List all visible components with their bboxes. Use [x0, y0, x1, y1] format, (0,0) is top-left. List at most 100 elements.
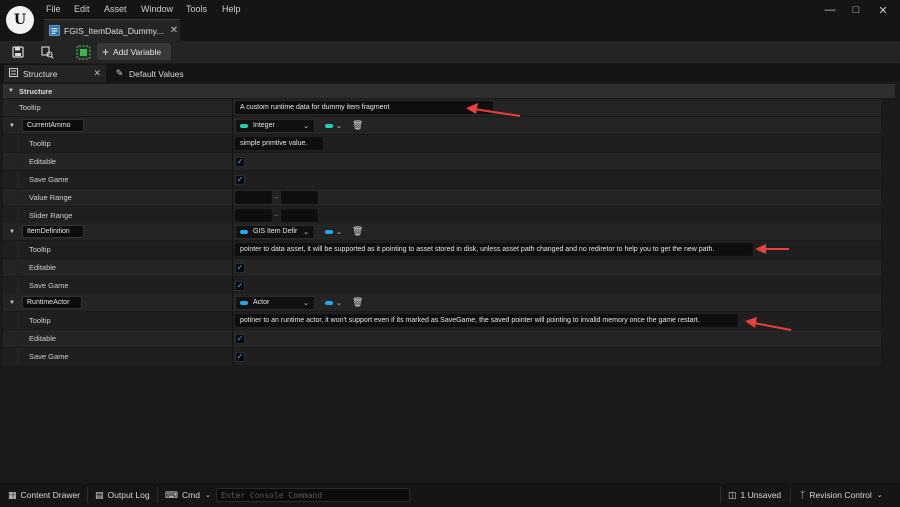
console-input[interactable]: Enter Console Command: [216, 488, 410, 502]
menu-file[interactable]: File: [46, 4, 61, 14]
property-row: Tooltip simple primtive value.: [3, 135, 881, 152]
editable-checkbox[interactable]: ✓: [235, 333, 245, 344]
close-window-icon[interactable]: ✕: [873, 3, 893, 17]
chevron-down-icon: ⌄: [336, 299, 342, 307]
tab-default-values[interactable]: ✎ Default Values: [110, 65, 210, 82]
container-type-select[interactable]: ⌄: [325, 299, 342, 307]
property-label-tooltip: Tooltip: [29, 139, 51, 148]
variable-row-current-ammo: ▼ CurrentAmmo Integer ⌄ ⌄ 🗑: [3, 117, 881, 134]
collapse-caret-icon: ▼: [8, 88, 14, 94]
range-separator: –: [274, 194, 279, 201]
plus-icon: +: [102, 44, 110, 59]
menu-window[interactable]: Window: [141, 4, 173, 14]
tooltip-input[interactable]: potiner to an runtime actor, it won't su…: [235, 314, 738, 327]
close-structure-tab-icon[interactable]: ✕: [93, 68, 101, 79]
save-game-checkbox[interactable]: ✓: [235, 174, 245, 185]
property-row: Save Game ✓: [3, 171, 881, 188]
maximize-icon[interactable]: □: [846, 3, 866, 17]
minimize-icon[interactable]: —: [820, 3, 840, 17]
expand-caret-icon[interactable]: ▼: [9, 294, 15, 311]
menu-asset[interactable]: Asset: [104, 4, 127, 14]
property-label-value-range: Value Range: [29, 193, 72, 202]
struct-tooltip-input[interactable]: A custom runtime data for dummy item fra…: [235, 101, 493, 114]
structure-section-header[interactable]: ▼ Structure: [3, 84, 895, 98]
struct-asset-icon: [48, 25, 60, 37]
toolbar: + Add Variable: [0, 41, 900, 63]
chevron-down-icon: ⌄: [336, 122, 342, 130]
chevron-down-icon: ⌄: [336, 228, 342, 236]
revision-control-button[interactable]: ᛉ Revision Control ⌄: [800, 483, 883, 507]
branch-icon: ᛉ: [800, 490, 806, 500]
tab-default-values-label: Default Values: [129, 68, 184, 79]
menu-help[interactable]: Help: [222, 4, 241, 14]
chevron-down-icon: ⌄: [303, 228, 309, 236]
annotation-arrow-icon: [466, 103, 521, 117]
chevron-down-icon: ⌄: [303, 122, 309, 130]
tooltip-input[interactable]: simple primtive value.: [235, 137, 323, 150]
variable-row-item-definition: ▼ ItemDefinition GIS Item Defir ⌄ ⌄ 🗑: [3, 223, 881, 240]
variable-type-select[interactable]: Actor ⌄: [235, 295, 315, 310]
content-drawer-button[interactable]: ▦ Content Drawer: [8, 483, 80, 507]
property-row: Editable ✓: [3, 153, 881, 170]
struct-tooltip-label: Tooltip: [19, 103, 41, 112]
menu-edit[interactable]: Edit: [74, 4, 90, 14]
document-tab[interactable]: FGIS_ItemData_Dummy... ✕: [44, 19, 180, 41]
menu-tools[interactable]: Tools: [186, 4, 207, 14]
cmd-selector[interactable]: ⌨ Cmd ⌄: [165, 483, 211, 507]
unreal-logo-icon[interactable]: U: [6, 6, 34, 34]
variable-type-select[interactable]: Integer ⌄: [235, 118, 315, 133]
property-label-save-game: Save Game: [29, 175, 69, 184]
property-row: Save Game ✓: [3, 277, 881, 294]
expand-caret-icon[interactable]: ▼: [9, 223, 15, 240]
title-bar: U File Edit Asset Window Tools Help — □ …: [0, 0, 900, 42]
variable-type-select[interactable]: GIS Item Defir ⌄: [235, 224, 315, 239]
struct-settings-icon[interactable]: [74, 44, 92, 60]
add-variable-button[interactable]: + Add Variable: [97, 43, 171, 60]
container-type-select[interactable]: ⌄: [325, 122, 342, 130]
variable-name-input[interactable]: CurrentAmmo: [22, 119, 84, 132]
variable-name-input[interactable]: RuntimeActor: [22, 296, 82, 309]
property-label-save-game: Save Game: [29, 281, 69, 290]
delete-variable-icon[interactable]: 🗑: [352, 226, 363, 237]
value-range-max-input[interactable]: [281, 191, 318, 204]
container-pin-icon: [325, 300, 333, 305]
output-log-button[interactable]: ▤ Output Log: [95, 483, 150, 507]
editable-checkbox[interactable]: ✓: [235, 156, 245, 167]
content-drawer-label: Content Drawer: [20, 490, 81, 500]
slider-range-min-input[interactable]: [235, 209, 272, 222]
close-tab-icon[interactable]: ✕: [168, 25, 180, 36]
struct-tooltip-row: Tooltip A custom runtime data for dummy …: [3, 99, 881, 116]
property-row: Tooltip pointer to data asset, it will b…: [3, 241, 881, 258]
slider-range-max-input[interactable]: [281, 209, 318, 222]
variable-type-label: Integer: [253, 122, 275, 129]
expand-caret-icon[interactable]: ▼: [9, 117, 15, 134]
delete-variable-icon[interactable]: 🗑: [352, 120, 363, 131]
range-separator: –: [274, 212, 279, 219]
save-game-checkbox[interactable]: ✓: [235, 351, 245, 362]
type-pin-icon: [240, 300, 248, 305]
save-game-checkbox[interactable]: ✓: [235, 280, 245, 291]
editable-checkbox[interactable]: ✓: [235, 262, 245, 273]
property-label-tooltip: Tooltip: [29, 245, 51, 254]
variable-row-runtime-actor: ▼ RuntimeActor Actor ⌄ ⌄ 🗑: [3, 294, 881, 311]
tooltip-input[interactable]: pointer to data asset, it will be suppor…: [235, 243, 753, 256]
output-log-label: Output Log: [107, 490, 150, 500]
delete-variable-icon[interactable]: 🗑: [352, 297, 363, 308]
output-log-icon: ▤: [95, 489, 104, 500]
chevron-down-icon: ⌄: [303, 299, 309, 307]
tab-structure-label: Structure: [23, 68, 58, 79]
property-label-save-game: Save Game: [29, 352, 69, 361]
tab-structure[interactable]: Structure ✕: [4, 65, 106, 82]
property-row: Slider Range –: [3, 207, 881, 224]
variable-name-input[interactable]: ItemDefinition: [22, 225, 84, 238]
save-icon[interactable]: [10, 44, 26, 60]
container-type-select[interactable]: ⌄: [325, 228, 342, 236]
unsaved-button[interactable]: ◫ 1 Unsaved: [728, 483, 781, 507]
property-label-editable: Editable: [29, 263, 57, 272]
variable-type-label: GIS Item Defir: [253, 228, 298, 235]
cmd-label: Cmd: [182, 490, 200, 500]
value-range-min-input[interactable]: [235, 191, 272, 204]
revision-control-label: Revision Control: [809, 490, 872, 500]
browse-asset-icon[interactable]: [39, 44, 55, 60]
document-tab-label: FGIS_ItemData_Dummy...: [64, 25, 164, 36]
